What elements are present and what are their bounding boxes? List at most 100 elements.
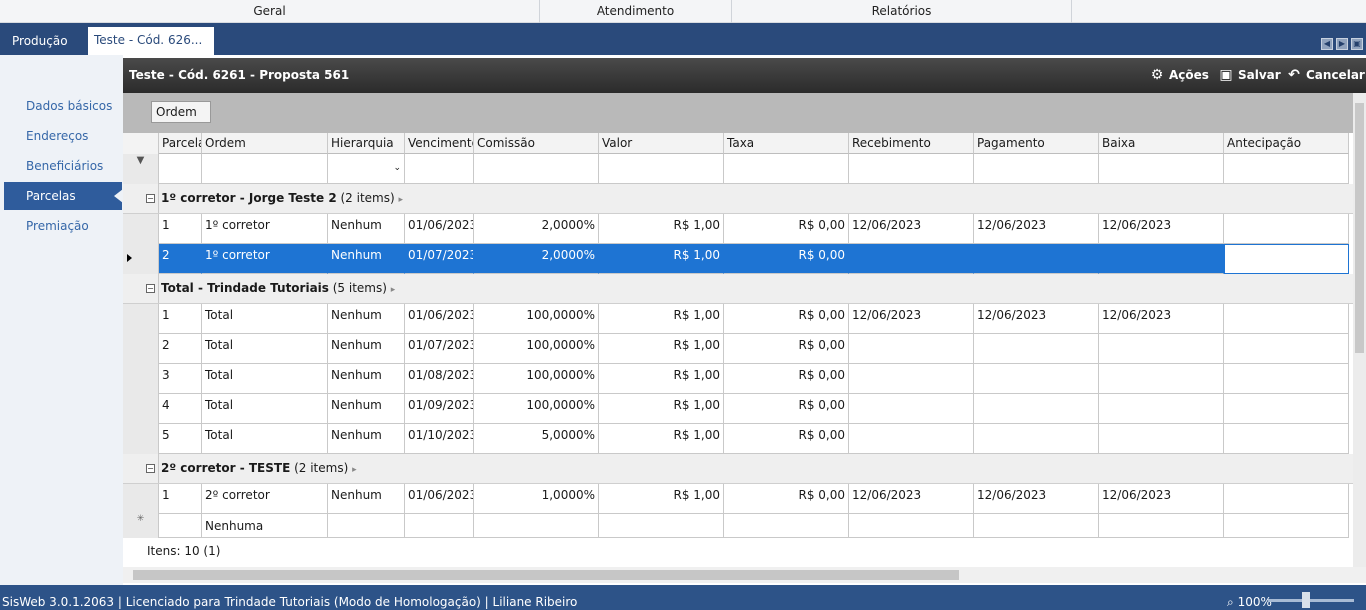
grid-cell[interactable]: R$ 0,00 bbox=[724, 214, 849, 244]
grid-cell[interactable]: Nenhum bbox=[328, 484, 405, 514]
new-row-cell[interactable] bbox=[724, 514, 849, 538]
grid-cell[interactable]: 1º corretor bbox=[202, 214, 328, 244]
sidebar-item-parcelas[interactable]: Parcelas bbox=[4, 182, 123, 210]
horizontal-scroll-thumb[interactable] bbox=[133, 570, 959, 580]
grid-cell[interactable] bbox=[1224, 214, 1349, 244]
acoes-button[interactable]: ⚙ Ações bbox=[1149, 58, 1209, 93]
collapse-icon[interactable]: − bbox=[146, 284, 155, 293]
sidebar-item-beneficiarios[interactable]: Beneficiários bbox=[4, 152, 122, 180]
grid-cell[interactable] bbox=[1224, 334, 1349, 364]
table-row[interactable]: 1 1º corretor Nenhum 01/06/2023 2,0000% R$ 1,… bbox=[123, 214, 1353, 244]
collapse-icon[interactable]: − bbox=[146, 194, 155, 203]
grid-cell[interactable]: 01/08/2023 bbox=[405, 364, 474, 394]
grid-cell[interactable]: 5,0000% bbox=[474, 424, 599, 454]
new-row[interactable]: ✳ Nenhuma bbox=[123, 514, 1353, 538]
grid-cell[interactable]: 2,0000% bbox=[474, 244, 599, 274]
grid-cell[interactable]: 5 bbox=[159, 424, 202, 454]
grid-cell[interactable]: 01/06/2023 bbox=[405, 214, 474, 244]
column-header-vencimento[interactable]: Vencimento bbox=[405, 133, 474, 154]
grid-cell[interactable]: R$ 1,00 bbox=[599, 364, 724, 394]
group-row[interactable]: − Total - Trindade Tutoriais (5 items) ▸ bbox=[123, 274, 1353, 304]
grid-cell[interactable]: R$ 0,00 bbox=[724, 244, 849, 274]
new-row-cell[interactable]: Nenhuma bbox=[202, 514, 328, 538]
grid-cell[interactable]: 100,0000% bbox=[474, 334, 599, 364]
grid-cell[interactable]: 01/07/2023 bbox=[405, 244, 474, 274]
horizontal-scrollbar[interactable] bbox=[123, 567, 1366, 583]
vertical-scrollbar[interactable] bbox=[1353, 93, 1366, 568]
row-selector[interactable] bbox=[123, 364, 159, 394]
grid-cell[interactable]: R$ 0,00 bbox=[724, 304, 849, 334]
grid-cell[interactable] bbox=[849, 424, 974, 454]
grid-cell[interactable]: Nenhum bbox=[328, 334, 405, 364]
row-selector[interactable] bbox=[123, 424, 159, 454]
tab-teste[interactable]: Teste - Cód. 626... bbox=[88, 27, 214, 55]
group-row[interactable]: −2º corretor - TESTE (2 items) ▸ bbox=[123, 454, 1353, 484]
menu-relatorios[interactable]: Relatórios bbox=[732, 0, 1072, 23]
column-header-valor[interactable]: Valor bbox=[599, 133, 724, 154]
group-row[interactable]: −1º corretor - Jorge Teste 2 (2 items) ▸ bbox=[123, 184, 1353, 214]
filter-antecipacao[interactable] bbox=[1224, 154, 1349, 184]
grid-cell[interactable]: 1 bbox=[159, 484, 202, 514]
new-row-cell[interactable] bbox=[599, 514, 724, 538]
grid-cell[interactable]: Nenhum bbox=[328, 214, 405, 244]
grid-cell[interactable]: 12/06/2023 bbox=[1099, 484, 1224, 514]
grid-cell[interactable] bbox=[1224, 304, 1349, 334]
grid-cell[interactable]: Nenhum bbox=[328, 364, 405, 394]
grid-cell[interactable]: R$ 1,00 bbox=[599, 394, 724, 424]
new-row-cell[interactable] bbox=[328, 514, 405, 538]
grid-cell[interactable]: 2 bbox=[159, 244, 202, 274]
grid-cell[interactable]: 12/06/2023 bbox=[1099, 214, 1224, 244]
new-row-cell[interactable] bbox=[405, 514, 474, 538]
filter-pagamento[interactable] bbox=[974, 154, 1099, 184]
column-header-recebimento[interactable]: Recebimento bbox=[849, 133, 974, 154]
group-chip-ordem[interactable]: Ordem bbox=[151, 101, 211, 123]
column-header-antecipacao[interactable]: Antecipação bbox=[1224, 133, 1349, 154]
tab-list-icon[interactable]: ▣ bbox=[1351, 38, 1363, 50]
filter-hierarquia-dropdown[interactable]: ⌄ bbox=[328, 154, 405, 184]
grid-cell[interactable]: 4 bbox=[159, 394, 202, 424]
grid-cell[interactable]: 100,0000% bbox=[474, 304, 599, 334]
sidebar-item-enderecos[interactable]: Endereços bbox=[4, 122, 122, 150]
column-chooser-icon[interactable] bbox=[123, 133, 159, 154]
grid-cell[interactable]: 2 bbox=[159, 334, 202, 364]
grid-cell[interactable]: Total bbox=[202, 394, 328, 424]
grid-cell[interactable]: R$ 1,00 bbox=[599, 214, 724, 244]
grid-cell[interactable]: 01/06/2023 bbox=[405, 304, 474, 334]
grid-cell[interactable] bbox=[849, 364, 974, 394]
new-row-cell[interactable] bbox=[159, 514, 202, 538]
grid-cell[interactable]: 2,0000% bbox=[474, 214, 599, 244]
tab-scroll-left-icon[interactable]: ◀ bbox=[1321, 38, 1333, 50]
menu-geral[interactable]: Geral bbox=[0, 0, 540, 23]
grid-cell[interactable]: 12/06/2023 bbox=[849, 484, 974, 514]
grid-cell[interactable]: R$ 0,00 bbox=[724, 424, 849, 454]
column-header-baixa[interactable]: Baixa bbox=[1099, 133, 1224, 154]
table-row[interactable]: 2 1º corretor Nenhum 01/07/2023 2,0000% R$ 1,… bbox=[123, 244, 1353, 274]
column-header-pagamento[interactable]: Pagamento bbox=[974, 133, 1099, 154]
grid-cell[interactable]: Nenhum bbox=[328, 394, 405, 424]
filter-valor[interactable] bbox=[599, 154, 724, 184]
grid-cell[interactable] bbox=[1099, 424, 1224, 454]
row-selector[interactable] bbox=[123, 214, 159, 244]
grid-cell[interactable]: 12/06/2023 bbox=[974, 484, 1099, 514]
grid-cell[interactable]: Total bbox=[202, 424, 328, 454]
collapse-icon[interactable]: − bbox=[146, 464, 155, 473]
cancelar-button[interactable]: ↶ Cancelar bbox=[1286, 58, 1365, 93]
grid-cell[interactable] bbox=[849, 334, 974, 364]
table-row[interactable]: 3 Total Nenhum 01/08/2023 100,0000% R$ 1,00 R$… bbox=[123, 364, 1353, 394]
table-row[interactable]: 1 2º corretor Nenhum 01/06/2023 1,0000% R$ 1,… bbox=[123, 484, 1353, 514]
grid-cell[interactable]: 12/06/2023 bbox=[849, 304, 974, 334]
grid-cell[interactable]: Total bbox=[202, 334, 328, 364]
zoom-slider-thumb[interactable] bbox=[1302, 592, 1310, 608]
grid-cell[interactable] bbox=[849, 394, 974, 424]
grid-cell[interactable]: R$ 0,00 bbox=[724, 484, 849, 514]
grid-cell[interactable]: R$ 1,00 bbox=[599, 484, 724, 514]
filter-recebimento[interactable] bbox=[849, 154, 974, 184]
filter-vencimento[interactable] bbox=[405, 154, 474, 184]
grid-cell[interactable]: 01/07/2023 bbox=[405, 334, 474, 364]
grid-cell[interactable] bbox=[974, 424, 1099, 454]
grid-cell[interactable]: 100,0000% bbox=[474, 394, 599, 424]
filter-baixa[interactable] bbox=[1099, 154, 1224, 184]
grid-cell[interactable] bbox=[1224, 484, 1349, 514]
grid-cell[interactable]: R$ 1,00 bbox=[599, 304, 724, 334]
grid-cell[interactable] bbox=[1224, 394, 1349, 424]
